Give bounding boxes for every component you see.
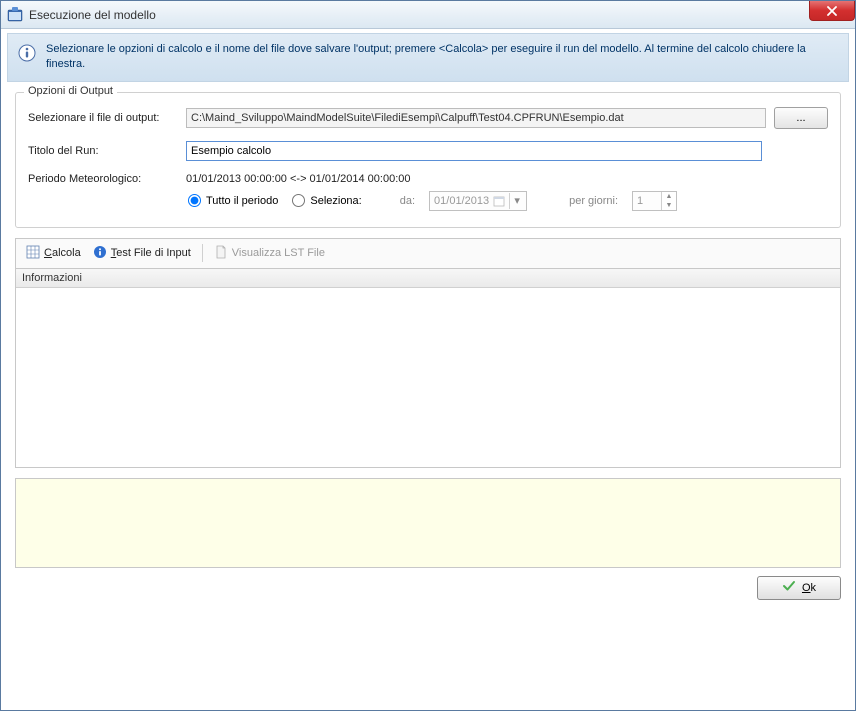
window-title: Esecuzione del modello xyxy=(29,8,156,22)
info-circle-icon xyxy=(93,245,107,262)
info-banner: Selezionare le opzioni di calcolo e il n… xyxy=(7,33,849,82)
titlebar: Esecuzione del modello xyxy=(1,1,855,29)
output-file-field[interactable] xyxy=(186,108,766,128)
group-legend: Opzioni di Output xyxy=(24,85,117,97)
grid-icon xyxy=(26,245,40,262)
period-label: Periodo Meteorologico: xyxy=(28,173,178,185)
browse-button[interactable]: ... xyxy=(774,107,828,129)
ok-button[interactable]: Ok xyxy=(757,576,841,600)
spinner-up-icon[interactable]: ▲ xyxy=(662,192,676,201)
footer: Ok xyxy=(15,576,841,600)
period-value: 01/01/2013 00:00:00 <-> 01/01/2014 00:00… xyxy=(186,173,410,185)
visualizza-label: Visualizza LST File xyxy=(232,247,325,259)
run-title-label: Titolo del Run: xyxy=(28,145,178,157)
run-title-field[interactable] xyxy=(186,141,762,161)
radio-full-period[interactable]: Tutto il periodo xyxy=(188,194,278,207)
date-value: 01/01/2013 xyxy=(434,195,489,207)
days-spinner[interactable]: ▲ ▼ xyxy=(632,191,677,211)
output-file-label: Selezionare il file di output: xyxy=(28,112,178,124)
output-options-group: Opzioni di Output Selezionare il file di… xyxy=(15,92,841,228)
calendar-icon xyxy=(493,195,505,207)
app-icon xyxy=(7,7,23,23)
calcola-label: Calcola xyxy=(44,247,81,259)
close-button[interactable] xyxy=(809,1,855,21)
radio-select-period[interactable]: Seleziona: xyxy=(292,194,361,207)
info-list: Informazioni xyxy=(15,268,841,468)
info-icon xyxy=(18,44,36,65)
days-value xyxy=(633,192,661,210)
radio-select-period-label: Seleziona: xyxy=(310,195,361,207)
banner-text: Selezionare le opzioni di calcolo e il n… xyxy=(46,42,838,73)
days-label: per giorni: xyxy=(569,195,618,207)
test-label: Test File di Input xyxy=(111,247,191,259)
from-label: da: xyxy=(400,195,415,207)
check-icon xyxy=(782,580,796,595)
document-icon xyxy=(214,245,228,262)
toolbar-separator xyxy=(202,244,203,262)
calcola-button[interactable]: Calcola xyxy=(22,243,85,264)
visualizza-lst-button: Visualizza LST File xyxy=(210,243,329,264)
browse-label: ... xyxy=(796,112,805,124)
list-header: Informazioni xyxy=(16,269,840,288)
chevron-down-icon: ▾ xyxy=(509,193,524,209)
date-picker[interactable]: 01/01/2013 ▾ xyxy=(429,191,527,211)
ok-label: Ok xyxy=(802,582,816,594)
radio-full-period-label: Tutto il periodo xyxy=(206,195,278,207)
log-area[interactable] xyxy=(15,478,841,568)
dialog-window: Esecuzione del modello Selezionare le op… xyxy=(0,0,856,711)
test-input-button[interactable]: Test File di Input xyxy=(89,243,195,264)
action-toolbar: Calcola Test File di Input xyxy=(15,238,841,268)
spinner-down-icon[interactable]: ▼ xyxy=(662,201,676,210)
list-body[interactable] xyxy=(16,288,840,467)
